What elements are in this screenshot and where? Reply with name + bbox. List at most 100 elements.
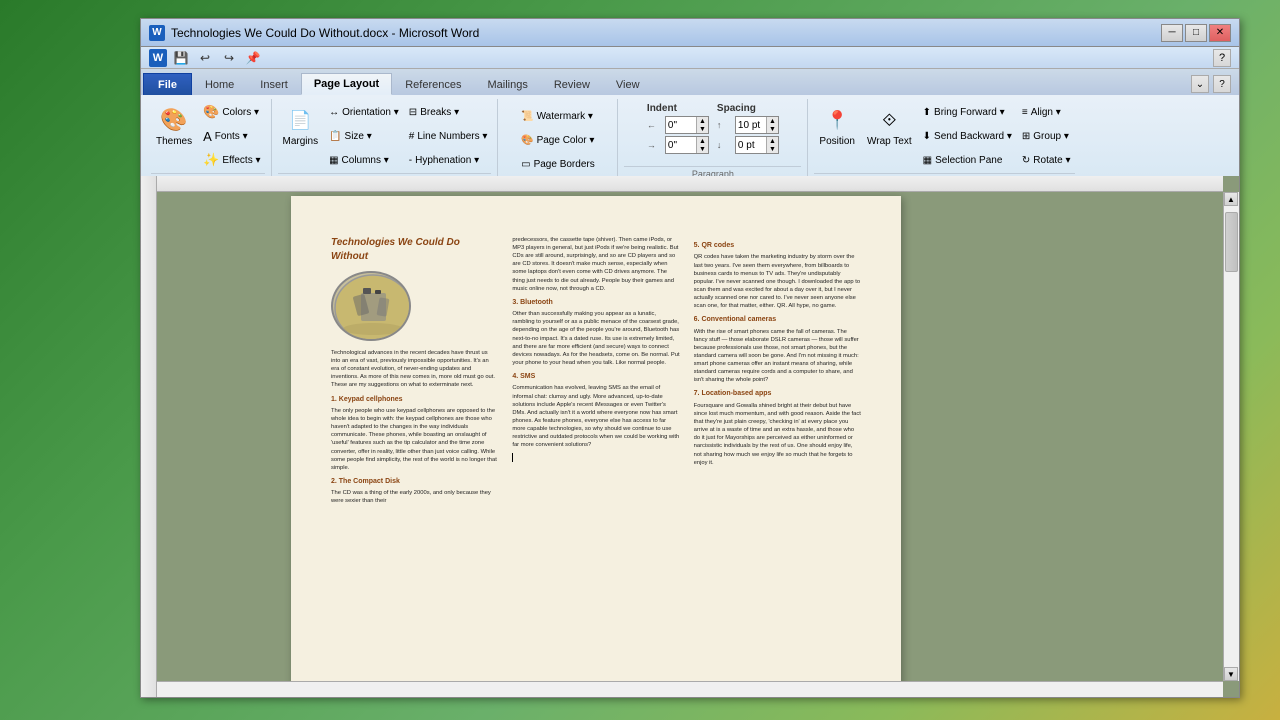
orientation-icon: ↔ [329,107,339,118]
send-backward-button[interactable]: ⬇ Send Backward ▾ [919,125,1016,147]
scroll-down-button[interactable]: ▼ [1224,667,1238,681]
group-button[interactable]: ⊞ Group ▾ [1018,125,1075,147]
restore-button[interactable]: □ [1185,24,1207,42]
doc-section3-title: 3. Bluetooth [512,298,679,307]
hyphenation-label: Hyphenation ▾ [415,155,479,166]
wrap-text-button[interactable]: ⟐ Wrap Text [862,101,917,150]
horizontal-scrollbar[interactable] [157,681,1223,697]
ribbon-tab-bar: File Home Insert Page Layout References … [141,69,1239,95]
tab-references[interactable]: References [392,73,474,95]
pin-qat-button[interactable]: 📌 [243,49,263,67]
redo-qat-button[interactable]: ↪ [219,49,239,67]
page-setup-group: 📄 Margins ↔ Orientation ▾ 📋 Size ▾ ▦ Col… [272,99,499,181]
spacing-after-up[interactable]: ▲ [766,137,778,145]
page-borders-button[interactable]: ▭ Page Borders [517,153,599,175]
text-cursor [512,453,513,462]
undo-qat-button[interactable]: ↩ [195,49,215,67]
hyphenation-icon: - [409,155,412,166]
indent-right-up[interactable]: ▲ [696,137,708,145]
doc-section1-text: The only people who use keypad cellphone… [331,407,498,472]
help-ribbon-icon[interactable]: ? [1213,75,1231,93]
align-button[interactable]: ≡ Align ▾ [1018,101,1075,123]
indent-right-arrows: ▲ ▼ [696,137,708,153]
save-qat-button[interactable]: 💾 [171,49,191,67]
line-numbers-button[interactable]: # Line Numbers ▾ [405,125,492,147]
fonts-button[interactable]: A Fonts ▾ [199,125,264,147]
tab-view[interactable]: View [603,73,653,95]
margins-label: Margins [283,136,319,147]
indent-left-down[interactable]: ▼ [696,125,708,133]
doc-section1-title: 1. Keypad cellphones [331,395,498,404]
watermark-icon: 📜 [521,111,533,122]
minimize-button[interactable]: ─ [1161,24,1183,42]
watermark-label: Watermark ▾ [537,111,593,122]
watermark-button[interactable]: 📜 Watermark ▾ [517,105,599,127]
indent-right-down[interactable]: ▼ [696,145,708,153]
doc-section3-text: Other than successfully making you appea… [512,310,679,367]
bring-forward-button[interactable]: ⬆ Bring Forward ▾ [919,101,1016,123]
spacing-col: Spacing ↑ ▲ ▼ ↓ [717,103,779,154]
size-button[interactable]: 📋 Size ▾ [325,125,403,147]
indent-right-input[interactable]: ▲ ▼ [665,136,709,154]
collapse-ribbon-icon[interactable]: ⌄ [1191,75,1209,93]
spacing-before-up[interactable]: ▲ [766,117,778,125]
fonts-icon: A [203,129,212,144]
themes-button[interactable]: 🎨 Themes [151,101,197,150]
tab-mailings[interactable]: Mailings [474,73,540,95]
scroll-up-button[interactable]: ▲ [1224,192,1238,206]
tab-file[interactable]: File [143,73,192,95]
margins-button[interactable]: 📄 Margins [278,101,324,150]
quick-access-toolbar: W 💾 ↩ ↪ 📌 ? [141,47,1239,69]
tab-page-layout[interactable]: Page Layout [301,73,392,95]
doc-section7-text: Foursquare and Gowalla shined bright at … [694,402,861,467]
tab-home[interactable]: Home [192,73,247,95]
doc-col2-intro: predecessors, the cassette tape (shiver)… [512,236,679,293]
page-area: Technologies We Could Do Without [141,176,1239,697]
tab-review[interactable]: Review [541,73,603,95]
arrange-col2: ≡ Align ▾ ⊞ Group ▾ ↻ Rotate ▾ [1018,101,1075,171]
selection-pane-button[interactable]: ▦ Selection Pane [919,149,1016,171]
horizontal-ruler [157,176,1223,192]
scroll-thumb-vertical[interactable] [1225,212,1238,272]
spacing-after-input[interactable]: ▲ ▼ [735,136,779,154]
spacing-before-down[interactable]: ▼ [766,125,778,133]
position-label: Position [819,136,855,147]
vertical-scrollbar[interactable]: ▲ ▼ [1223,192,1239,681]
breaks-button[interactable]: ⊟ Breaks ▾ [405,101,492,123]
page-color-label: Page Color ▾ [537,135,595,146]
group-icon: ⊞ [1022,131,1030,142]
titlebar-left: W Technologies We Could Do Without.docx … [149,25,479,41]
close-button[interactable]: ✕ [1209,24,1231,42]
document-page[interactable]: Technologies We Could Do Without [291,196,901,697]
colors-button[interactable]: 🎨 Colors ▾ [199,101,264,123]
doc-section5-title: 5. QR codes [694,241,861,250]
ribbon-content: 🎨 Themes 🎨 Colors ▾ A Fonts ▾ ✨ Effects … [141,95,1239,181]
indent-left-up[interactable]: ▲ [696,117,708,125]
spacing-after-down[interactable]: ▼ [766,145,778,153]
doc-section2-text: The CD was a thing of the early 2000s, a… [331,489,498,505]
spacing-before-arrows: ▲ ▼ [766,117,778,133]
help-icon[interactable]: ? [1213,49,1231,67]
hyphenation-button[interactable]: - Hyphenation ▾ [405,149,492,171]
tab-insert[interactable]: Insert [247,73,301,95]
selection-pane-label: Selection Pane [935,155,1002,166]
doc-col1-intro: Technological advances in the recent dec… [331,349,498,390]
themes-sub-buttons: 🎨 Colors ▾ A Fonts ▾ ✨ Effects ▾ [199,101,264,171]
spacing-label: Spacing [717,103,779,114]
themes-label: Themes [156,136,192,147]
effects-button[interactable]: ✨ Effects ▾ [199,149,264,171]
indent-left-input[interactable]: ▲ ▼ [665,116,709,134]
spacing-before-input[interactable]: ▲ ▼ [735,116,779,134]
page-background-group: 📜 Watermark ▾ 🎨 Page Color ▾ ▭ Page Bord… [498,99,618,181]
themes-group-content: 🎨 Themes 🎨 Colors ▾ A Fonts ▾ ✨ Effects … [151,101,265,171]
breaks-label: Breaks ▾ [420,107,459,118]
document-column-3: 5. QR codes QR codes have taken the mark… [694,236,861,697]
columns-button[interactable]: ▦ Columns ▾ [325,149,403,171]
columns-label: Columns ▾ [342,155,389,166]
rotate-button[interactable]: ↻ Rotate ▾ [1018,149,1075,171]
indent-left-arrows: ▲ ▼ [696,117,708,133]
position-button[interactable]: 📍 Position [814,101,860,150]
page-color-button[interactable]: 🎨 Page Color ▾ [517,129,599,151]
orientation-button[interactable]: ↔ Orientation ▾ [325,101,403,123]
indent-right-row: → ▲ ▼ [647,136,709,154]
